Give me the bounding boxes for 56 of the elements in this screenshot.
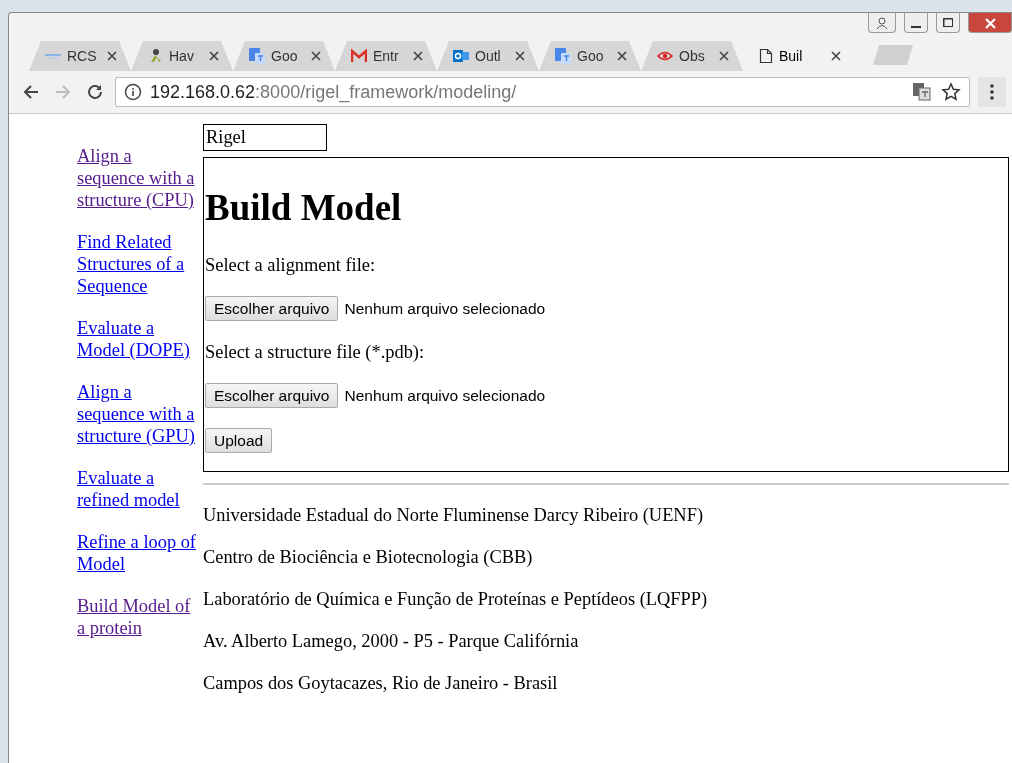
close-icon bbox=[311, 51, 321, 61]
sidebar-link[interactable]: Evaluate a Model (DOPE) bbox=[77, 317, 203, 361]
user-icon bbox=[874, 14, 890, 31]
sidebar-link[interactable]: Align a sequence with a structure (CPU) bbox=[77, 145, 203, 211]
address-bar[interactable]: 192.168.0.62:8000/rigel_framework/modeling/ bbox=[115, 77, 970, 107]
browser-tab[interactable]: Obs bbox=[641, 41, 743, 71]
close-icon bbox=[107, 51, 117, 61]
minimize-button[interactable] bbox=[904, 13, 928, 33]
page-heading: Build Model bbox=[205, 186, 403, 230]
star-icon bbox=[941, 82, 961, 102]
close-button[interactable] bbox=[968, 13, 1012, 33]
close-icon bbox=[209, 51, 219, 61]
browser-tab[interactable]: Outl bbox=[437, 41, 539, 71]
browser-tab[interactable]: Entr bbox=[335, 41, 437, 71]
sidebar-link[interactable]: Refine a loop of Model bbox=[77, 531, 203, 575]
menu-icon bbox=[990, 84, 994, 100]
reload-icon bbox=[85, 82, 105, 102]
file-status: Nenhum arquivo selecionado bbox=[344, 385, 546, 406]
field-label: Select a alignment file: bbox=[205, 255, 376, 275]
browser-tab[interactable]: Goo bbox=[233, 41, 335, 71]
footer-text: Av. Alberto Lamego, 2000 - P5 - Parque Califórnia bbox=[203, 631, 579, 651]
close-icon bbox=[617, 51, 627, 61]
footer-text: Laboratório de Química e Função de Proteínas e Peptídeos (LQFPP) bbox=[203, 589, 708, 609]
browser-tab[interactable]: Hav bbox=[131, 41, 233, 71]
choose-file-button[interactable]: Escolher arquivo bbox=[205, 383, 339, 408]
sidebar-link[interactable]: Build Model of a protein bbox=[77, 595, 203, 639]
footer-text: Campos dos Goytacazes, Rio de Janeiro - Brasil bbox=[203, 673, 558, 693]
translate-icon bbox=[249, 48, 265, 64]
mail-app-icon bbox=[453, 48, 469, 64]
close-icon bbox=[831, 51, 841, 61]
close-icon bbox=[515, 51, 525, 61]
minimize-icon bbox=[911, 25, 921, 28]
sidebar-link[interactable]: Find Related Structures of a Sequence bbox=[77, 231, 203, 297]
translate-icon bbox=[555, 48, 571, 64]
browser-tab[interactable]: RCS bbox=[29, 41, 131, 71]
envelope-icon bbox=[351, 48, 367, 64]
maximize-button[interactable] bbox=[936, 13, 960, 33]
translate-icon bbox=[913, 83, 931, 101]
footer-text: Universidade Estadual do Norte Fluminense Darcy Ribeiro (UENF) bbox=[203, 505, 703, 525]
field-label: Select a structure file (*.pdb): bbox=[205, 342, 425, 362]
user-button[interactable] bbox=[868, 13, 896, 33]
choose-file-button[interactable]: Escolher arquivo bbox=[205, 296, 339, 321]
sidebar-link[interactable]: Align a sequence with a structure (GPU) bbox=[77, 381, 203, 447]
title-field[interactable]: Rigel bbox=[203, 124, 327, 151]
menu-button[interactable] bbox=[978, 77, 1006, 107]
upload-button[interactable]: Upload bbox=[205, 428, 273, 453]
sidebar-link[interactable]: Evaluate a refined model bbox=[77, 467, 203, 511]
footer-text: Centro de Biociência e Biotecnologia (CBB) bbox=[203, 547, 533, 567]
close-icon bbox=[413, 51, 423, 61]
page-icon bbox=[759, 48, 773, 64]
browser-tab[interactable]: Goo bbox=[539, 41, 641, 71]
maximize-icon bbox=[942, 17, 954, 28]
file-status: Nenhum arquivo selecionado bbox=[344, 298, 546, 319]
info-icon bbox=[124, 83, 142, 101]
url-text: 192.168.0.62:8000/rigel_framework/modeling/ bbox=[150, 81, 517, 103]
close-icon bbox=[719, 51, 729, 61]
